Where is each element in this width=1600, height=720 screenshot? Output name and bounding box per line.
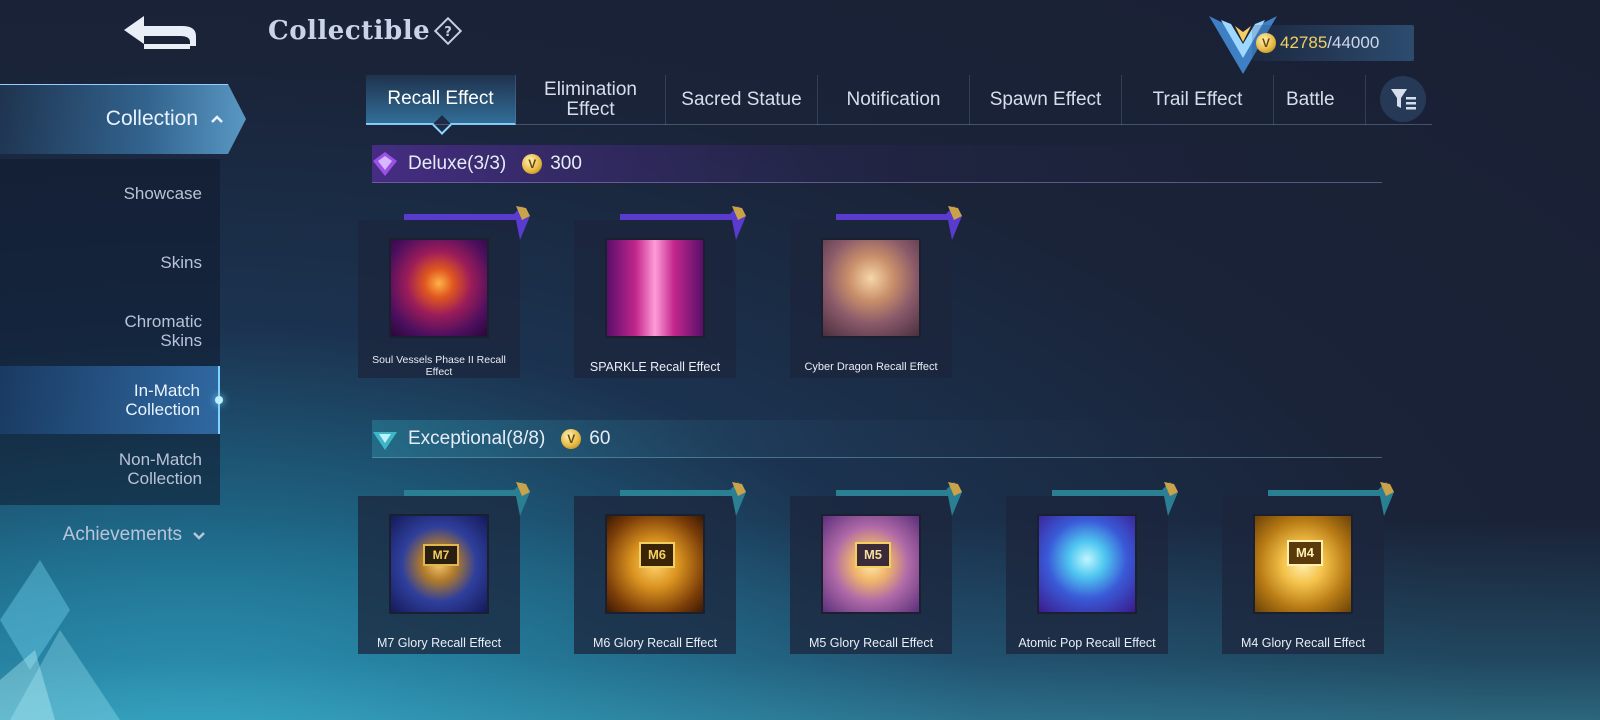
tab-label: Battle [1286, 89, 1335, 110]
section-name: Exceptional(8/8) [408, 428, 546, 449]
m4-glory-thumbnail: M4 [1253, 514, 1353, 614]
sidebar-collection-label: Collection [105, 107, 198, 130]
deluxe-gem-icon [373, 152, 397, 176]
deluxe-ribbon-icon [620, 206, 746, 240]
collectible-card[interactable]: M6 M6 Glory Recall Effect [574, 482, 746, 654]
exceptional-ribbon-icon [620, 482, 746, 516]
collectible-card[interactable]: M7 M7 Glory Recall Effect [358, 482, 530, 654]
sidebar-item-label: Showcase [123, 183, 202, 203]
tab-sacred-statue[interactable]: Sacred Statue [666, 75, 818, 125]
exceptional-ribbon-icon [1268, 482, 1394, 516]
deluxe-ribbon-icon [404, 206, 530, 240]
exceptional-ribbon-icon [404, 482, 530, 516]
sidebar-item-non-match-collection[interactable]: Non-Match Collection [0, 435, 220, 503]
atomic-pop-thumbnail [1037, 514, 1137, 614]
sidebar-item-label: Chromatic Skins [124, 312, 202, 350]
tab-label: Recall Effect [387, 88, 494, 109]
card-label: Soul Vessels Phase II Recall Effect [372, 354, 506, 378]
exceptional-ribbon-icon [836, 482, 962, 516]
sidebar-item-in-match-collection[interactable]: In-Match Collection [0, 366, 223, 434]
sidebar-item-label: Non-Match Collection [118, 450, 202, 488]
sidebar-item-showcase[interactable]: Showcase [0, 159, 220, 227]
sidebar-achievements-label: Achievements [62, 524, 182, 545]
card-label: M7 Glory Recall Effect [376, 636, 502, 650]
sidebar-achievements-button[interactable]: Achievements [0, 515, 230, 555]
tab-label: Elimination Effect [544, 79, 637, 120]
m6-badge: M6 [639, 542, 675, 568]
card-label: M4 Glory Recall Effect [1240, 636, 1366, 650]
tabs-divider [366, 124, 1432, 125]
currency-display: 42785 /44000 [1252, 25, 1414, 61]
deluxe-ribbon-icon [836, 206, 962, 240]
coin-icon [1256, 33, 1276, 53]
exceptional-ribbon-icon [1052, 482, 1178, 516]
tab-elimination-effect[interactable]: Elimination Effect [516, 75, 666, 125]
sidebar-collection-button[interactable]: Collection [0, 84, 246, 154]
tab-notification[interactable]: Notification [818, 75, 970, 125]
filter-icon[interactable] [1380, 76, 1426, 122]
tab-label: Sacred Statue [681, 89, 802, 110]
currency-current: 42785 [1280, 33, 1328, 52]
tab-label: Trail Effect [1152, 89, 1243, 110]
exceptional-gem-icon [373, 432, 397, 450]
m7-glory-thumbnail: M7 [389, 514, 489, 614]
section-price: 300 [550, 153, 582, 174]
category-tabs: Recall Effect Elimination Effect Sacred … [366, 75, 1366, 127]
tab-trail-effect[interactable]: Trail Effect [1122, 75, 1274, 125]
help-icon[interactable]: ? [433, 16, 463, 46]
m4-badge: M4 [1287, 540, 1323, 566]
soul-vessels-thumbnail [389, 238, 489, 338]
m7-badge: M7 [423, 544, 459, 566]
chevron-up-icon [211, 115, 223, 123]
sidebar-submenu: Showcase Skins Chromatic Skins In-Match … [0, 159, 223, 505]
collectible-card[interactable]: M4 M4 Glory Recall Effect [1222, 482, 1394, 654]
card-label: M5 Glory Recall Effect [808, 636, 934, 650]
coin-icon [561, 429, 582, 449]
m5-glory-thumbnail: M5 [821, 514, 921, 614]
collectible-card[interactable]: Soul Vessels Phase II Recall Effect [358, 206, 530, 378]
card-label: SPARKLE Recall Effect [589, 360, 721, 374]
page-title: Collectible [268, 16, 431, 46]
collectible-card[interactable]: M5 M5 Glory Recall Effect [790, 482, 962, 654]
card-label: Cyber Dragon Recall Effect [804, 361, 938, 373]
card-label: M6 Glory Recall Effect [592, 636, 718, 650]
collectible-card[interactable]: SPARKLE Recall Effect [574, 206, 746, 378]
section-name: Deluxe(3/3) [408, 153, 507, 174]
section-header-exceptional: Exceptional(8/8) 60 [372, 420, 1412, 458]
svg-text:?: ? [444, 25, 452, 40]
card-label: Atomic Pop Recall Effect [1018, 636, 1156, 650]
sparkle-thumbnail [605, 238, 705, 338]
section-header-deluxe: Deluxe(3/3) 300 [372, 145, 1412, 183]
tab-battle[interactable]: Battle [1274, 75, 1366, 125]
m6-glory-thumbnail: M6 [605, 514, 705, 614]
tab-label: Notification [846, 89, 941, 110]
collectible-card[interactable]: Cyber Dragon Recall Effect [790, 206, 962, 378]
sidebar-item-label: In-Match Collection [125, 381, 200, 419]
back-button[interactable] [118, 8, 204, 56]
m5-badge: M5 [855, 542, 891, 568]
sidebar-item-label: Skins [160, 252, 202, 272]
chevron-down-icon [193, 532, 205, 540]
sidebar: Collection Showcase Skins Chromatic Skin… [0, 75, 250, 675]
tab-label: Spawn Effect [989, 89, 1102, 110]
cyber-dragon-thumbnail [821, 238, 921, 338]
section-price: 60 [589, 428, 611, 449]
sidebar-item-skins[interactable]: Skins [0, 228, 220, 296]
tab-recall-effect[interactable]: Recall Effect [366, 75, 516, 125]
collectible-card[interactable]: Atomic Pop Recall Effect [1006, 482, 1178, 654]
currency-max: /44000 [1327, 33, 1380, 52]
sidebar-item-chromatic-skins[interactable]: Chromatic Skins [0, 297, 220, 365]
coin-icon [522, 154, 543, 174]
tab-spawn-effect[interactable]: Spawn Effect [970, 75, 1122, 125]
